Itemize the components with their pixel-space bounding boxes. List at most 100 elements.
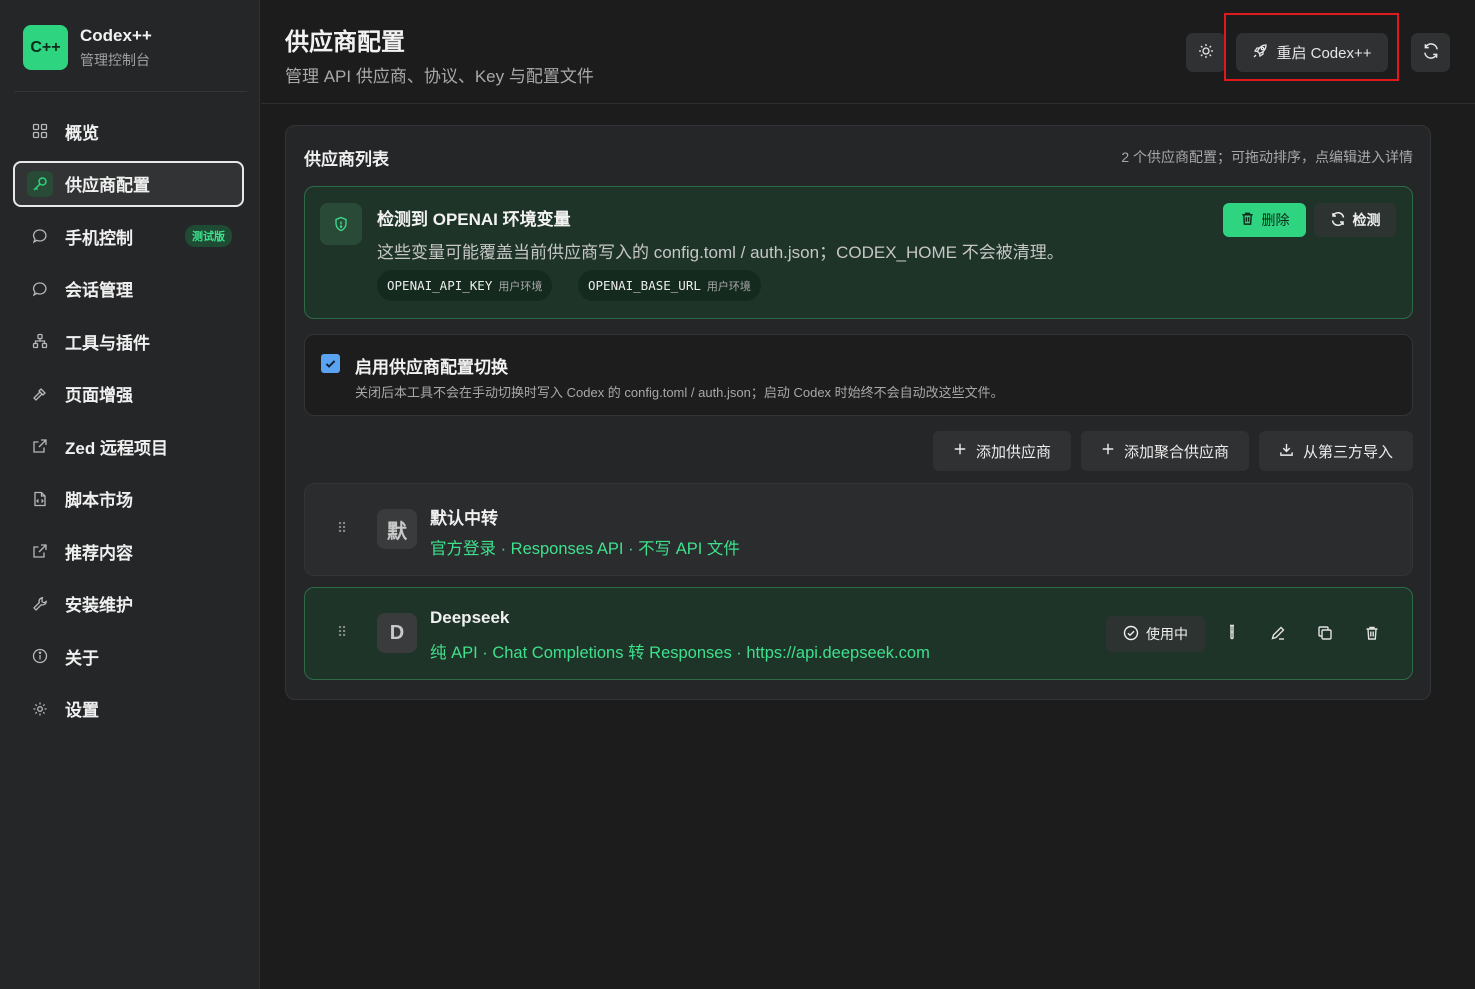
- add-provider-button[interactable]: 添加供应商: [933, 431, 1071, 471]
- sidebar-item-settings[interactable]: 设置: [13, 686, 244, 732]
- sidebar-item-sessions[interactable]: 会话管理: [13, 266, 244, 312]
- wrench-icon: [29, 593, 51, 615]
- refresh-button[interactable]: [1411, 33, 1450, 72]
- drag-handle-icon[interactable]: ⠿: [337, 520, 347, 537]
- restart-codex-button[interactable]: 重启 Codex++: [1236, 33, 1388, 72]
- beta-badge: 测试版: [185, 225, 232, 247]
- drag-handle-icon[interactable]: ⠿: [337, 624, 347, 641]
- gear-icon: [29, 698, 51, 720]
- sidebar-item-tools-plugins[interactable]: 工具与插件: [13, 318, 244, 364]
- sidebar-item-label: 页面增强: [65, 386, 133, 405]
- sidebar-item-script-market[interactable]: 脚本市场: [13, 476, 244, 522]
- brand: C++ Codex++ 管理控制台: [23, 25, 152, 70]
- provider-avatar: D: [377, 613, 417, 653]
- add-aggregate-provider-button[interactable]: 添加聚合供应商: [1081, 431, 1249, 471]
- trash-icon: [1240, 211, 1255, 229]
- app-title: Codex++: [80, 25, 152, 45]
- sidebar-item-label: 概览: [65, 123, 99, 143]
- grid-icon: [29, 120, 51, 142]
- external-link-icon: [29, 540, 51, 562]
- theme-toggle-button[interactable]: [1186, 33, 1226, 72]
- env-var-tag: 用户环境: [706, 280, 751, 293]
- sidebar-item-label: 手机控制: [65, 228, 133, 248]
- shield-icon: [320, 203, 362, 245]
- refresh-icon: [1422, 42, 1440, 64]
- sidebar-item-label: Zed 远程项目: [65, 438, 168, 458]
- sidebar-item-label: 工具与插件: [65, 333, 150, 353]
- plus-icon: [1101, 442, 1115, 460]
- sidebar-item-label: 脚本市场: [65, 491, 133, 510]
- import-label: 从第三方导入: [1302, 443, 1393, 461]
- sidebar-item-page-enhance[interactable]: 页面增强: [13, 371, 244, 417]
- sidebar-item-label: 关于: [65, 648, 99, 668]
- copy-icon[interactable]: [1313, 621, 1337, 645]
- chat-bubble-icon: [29, 278, 51, 300]
- provider-panel: 供应商列表 2 个供应商配置；可拖动排序，点编辑进入详情 检测到 OPENAI …: [285, 125, 1431, 700]
- sidebar-item-label: 供应商配置: [65, 176, 150, 195]
- sidebar-item-mobile-control[interactable]: 手机控制 测试版: [13, 213, 244, 259]
- sidebar-item-overview[interactable]: 概览: [13, 108, 244, 154]
- network-icon: [29, 330, 51, 352]
- chat-bubble-icon: [29, 225, 51, 247]
- sidebar-item-label: 推荐内容: [65, 543, 133, 563]
- sidebar: C++ Codex++ 管理控制台 概览 供应商配置 手机控制 测试版 会话管理…: [0, 0, 260, 989]
- page-title: 供应商配置: [285, 29, 405, 56]
- sidebar-item-providers[interactable]: 供应商配置: [13, 160, 244, 207]
- provider-name: Deepseek: [430, 608, 510, 627]
- env-var-tag: 用户环境: [498, 280, 543, 293]
- external-link-icon: [29, 435, 51, 457]
- add-provider-label: 添加供应商: [975, 443, 1051, 461]
- delete-env-button[interactable]: 删除: [1223, 203, 1306, 237]
- sidebar-item-label: 设置: [65, 701, 99, 720]
- env-var-notice: 检测到 OPENAI 环境变量 这些变量可能覆盖当前供应商写入的 config.…: [304, 186, 1413, 319]
- sidebar-item-about[interactable]: 关于: [13, 633, 244, 679]
- key-icon: [27, 170, 53, 197]
- download-icon: [1279, 442, 1294, 461]
- env-notice-description: 这些变量可能覆盖当前供应商写入的 config.toml / auth.json…: [377, 243, 1064, 262]
- edit-icon[interactable]: [1266, 621, 1290, 645]
- page-subtitle: 管理 API 供应商、协议、Key 与配置文件: [285, 67, 594, 86]
- check-env-button[interactable]: 检测: [1314, 203, 1396, 237]
- sidebar-nav: 概览 供应商配置 手机控制 测试版 会话管理 工具与插件 页面增强 Zed 远程…: [13, 108, 244, 738]
- provider-meta: 官方登录 · Responses API · 不写 API 文件: [430, 540, 740, 558]
- delete-label: 删除: [1261, 212, 1290, 228]
- in-use-label: 使用中: [1146, 626, 1188, 642]
- sidebar-item-recommended[interactable]: 推荐内容: [13, 528, 244, 574]
- add-aggregate-label: 添加聚合供应商: [1123, 443, 1229, 461]
- app-logo: C++: [23, 25, 68, 70]
- divider: [14, 91, 247, 92]
- provider-row[interactable]: ⠿ 默 默认中转 官方登录 · Responses API · 不写 API 文…: [304, 483, 1413, 576]
- in-use-button[interactable]: 使用中: [1106, 616, 1205, 652]
- import-third-party-button[interactable]: 从第三方导入: [1259, 431, 1413, 471]
- sidebar-item-label: 安装维护: [65, 596, 133, 615]
- provider-avatar: 默: [377, 509, 417, 549]
- enable-switch-checkbox[interactable]: [321, 354, 340, 373]
- sidebar-item-label: 会话管理: [65, 281, 133, 300]
- env-var-key: OPENAI_BASE_URL: [588, 278, 701, 293]
- env-var-chip: OPENAI_BASE_URL 用户环境: [578, 270, 761, 301]
- trash-icon[interactable]: [1360, 621, 1384, 645]
- info-icon: [29, 645, 51, 667]
- hammer-icon: [29, 383, 51, 405]
- sidebar-item-zed-remote[interactable]: Zed 远程项目: [13, 423, 244, 469]
- page-header: 供应商配置 管理 API 供应商、协议、Key 与配置文件 重启 Codex++: [261, 0, 1475, 104]
- rocket-icon: [1252, 43, 1268, 63]
- provider-switch-toggle-card: 启用供应商配置切换 关闭后本工具不会在手动切换时写入 Codex 的 confi…: [304, 334, 1413, 416]
- check-circle-icon: [1123, 625, 1139, 644]
- switch-description: 关闭后本工具不会在手动切换时写入 Codex 的 config.toml / a…: [355, 385, 1004, 400]
- restart-label: 重启 Codex++: [1276, 45, 1372, 62]
- provider-row[interactable]: ⠿ D Deepseek 纯 API · Chat Completions 转 …: [304, 587, 1413, 680]
- app-subtitle: 管理控制台: [80, 51, 150, 68]
- test-tube-icon[interactable]: [1220, 621, 1244, 645]
- provider-meta: 纯 API · Chat Completions 转 Responses · h…: [430, 644, 930, 662]
- sidebar-item-maintenance[interactable]: 安装维护: [13, 581, 244, 627]
- env-var-chip: OPENAI_API_KEY 用户环境: [377, 270, 553, 301]
- check-label: 检测: [1352, 212, 1381, 228]
- panel-hint: 2 个供应商配置；可拖动排序，点编辑进入详情: [1121, 149, 1413, 165]
- sun-icon: [1198, 43, 1214, 63]
- refresh-icon: [1330, 211, 1346, 230]
- plus-icon: [953, 442, 967, 460]
- provider-name: 默认中转: [430, 509, 498, 528]
- env-notice-title: 检测到 OPENAI 环境变量: [377, 210, 571, 229]
- switch-title: 启用供应商配置切换: [355, 358, 508, 377]
